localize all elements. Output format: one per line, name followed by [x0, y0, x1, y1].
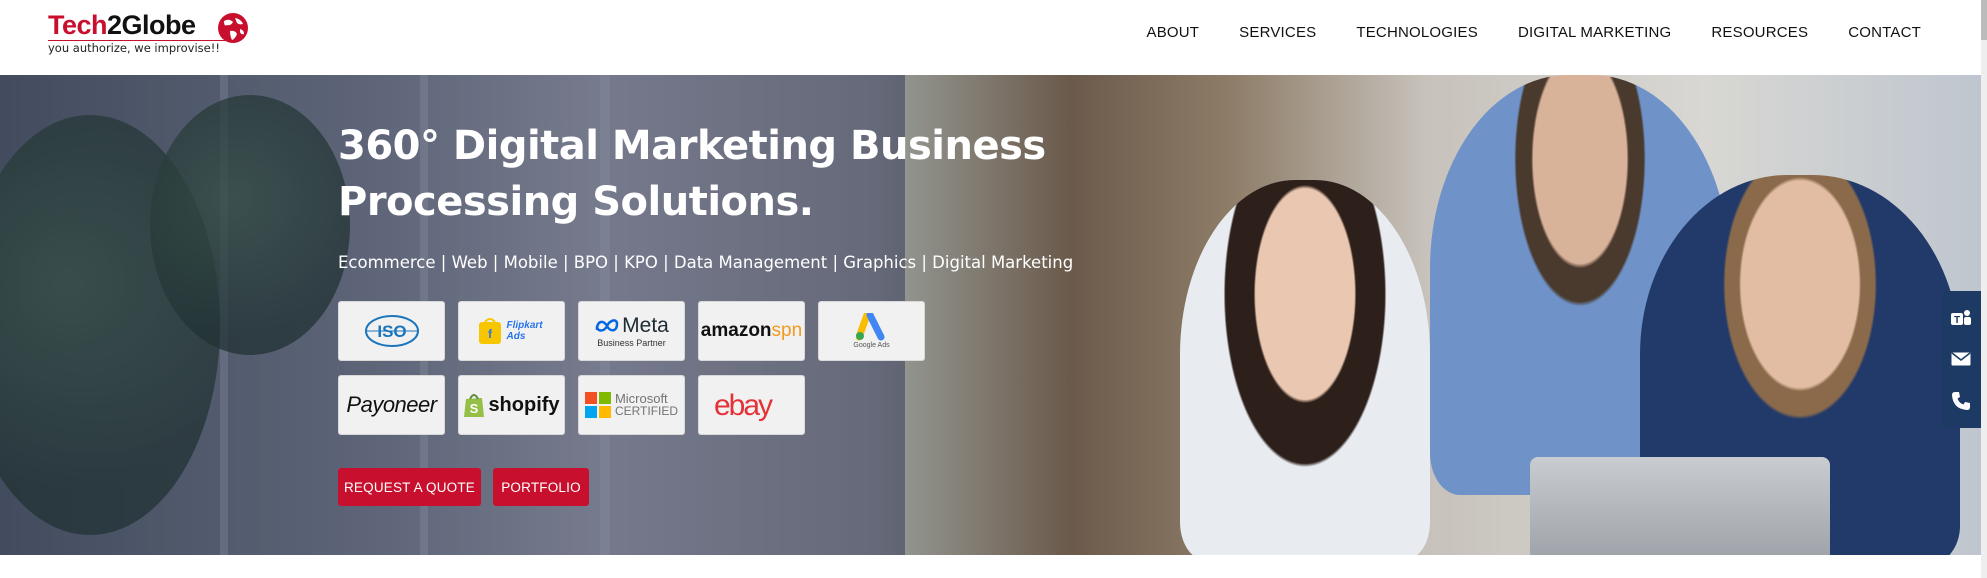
- phone-icon[interactable]: [1950, 390, 1972, 412]
- svg-text:S: S: [470, 401, 479, 416]
- badge-google-ads: Google Ads: [818, 301, 925, 361]
- ebay-logo: ebay: [714, 389, 775, 422]
- svg-text:ISO: ISO: [377, 322, 406, 341]
- iso-logo-icon: ISO: [364, 315, 419, 347]
- laptop-image: [1530, 457, 1830, 555]
- badge-sublabel: CERTIFIED: [614, 404, 679, 418]
- side-contact-bar: T: [1941, 291, 1981, 428]
- meta-infinity-icon: [595, 319, 619, 332]
- badge-sublabel: Business Partner: [597, 338, 666, 348]
- nav-about[interactable]: ABOUT: [1146, 24, 1199, 41]
- badge-label: Google Ads: [853, 342, 890, 349]
- badge-sublabel: spn: [771, 320, 803, 341]
- portfolio-button[interactable]: PORTFOLIO: [493, 468, 589, 506]
- site-header: Tech2Globe you authorize, we improvise!!…: [0, 0, 1987, 75]
- nav-digital-marketing[interactable]: DIGITAL MARKETING: [1518, 24, 1671, 41]
- page-content-start: [0, 555, 1981, 578]
- badge-payoneer: Payoneer: [338, 375, 445, 435]
- svg-text:T: T: [1954, 315, 1960, 326]
- nav-contact[interactable]: CONTACT: [1848, 24, 1921, 41]
- nav-services[interactable]: SERVICES: [1239, 24, 1316, 41]
- badge-shopify: S shopify: [458, 375, 565, 435]
- main-nav: ABOUT SERVICES TECHNOLOGIES DIGITAL MARK…: [1106, 24, 1921, 41]
- logo[interactable]: Tech2Globe you authorize, we improvise!!: [48, 10, 258, 60]
- hero-title: 360° Digital Marketing Business Processi…: [338, 123, 1046, 225]
- page-scrollbar[interactable]: [1981, 0, 1987, 578]
- hero-banner: 360° Digital Marketing Business Processi…: [0, 75, 1981, 555]
- badge-label: amazon: [700, 320, 772, 341]
- badge-label: Flipkart Ads: [506, 320, 543, 342]
- microsoft-logo-icon: [584, 392, 611, 418]
- request-quote-button[interactable]: REQUEST A QUOTE: [338, 468, 481, 506]
- badge-label: Payoneer: [346, 392, 437, 417]
- badge-ebay: ebay: [698, 375, 805, 435]
- mail-icon[interactable]: [1950, 348, 1972, 370]
- badge-flipkart-ads: f Flipkart Ads: [458, 301, 565, 361]
- nav-resources[interactable]: RESOURCES: [1711, 24, 1808, 41]
- logo-tagline: you authorize, we improvise!!: [48, 41, 220, 55]
- scrollbar-thumb[interactable]: [1981, 0, 1987, 40]
- badge-label: shopify: [488, 393, 560, 416]
- logo-wordmark: Tech2Globe: [48, 10, 196, 40]
- person-woman: [1180, 180, 1430, 555]
- page: Tech2Globe you authorize, we improvise!!…: [0, 0, 1987, 578]
- google-ads-icon: [855, 313, 884, 341]
- badge-amazon-spn: amazon spn: [698, 301, 805, 361]
- badge-meta: Meta Business Partner: [578, 301, 685, 361]
- badge-iso: ISO: [338, 301, 445, 361]
- hero-subtitle: Ecommerce | Web | Mobile | BPO | KPO | D…: [338, 253, 1074, 272]
- badge-microsoft: Microsoft CERTIFIED: [578, 375, 685, 435]
- flipkart-bag-icon: f: [478, 318, 501, 344]
- svg-text:ebay: ebay: [714, 389, 773, 422]
- teams-icon[interactable]: T: [1950, 307, 1972, 329]
- nav-technologies[interactable]: TECHNOLOGIES: [1356, 24, 1478, 41]
- shopify-bag-icon: S: [464, 394, 485, 417]
- badge-label: Meta: [622, 314, 669, 337]
